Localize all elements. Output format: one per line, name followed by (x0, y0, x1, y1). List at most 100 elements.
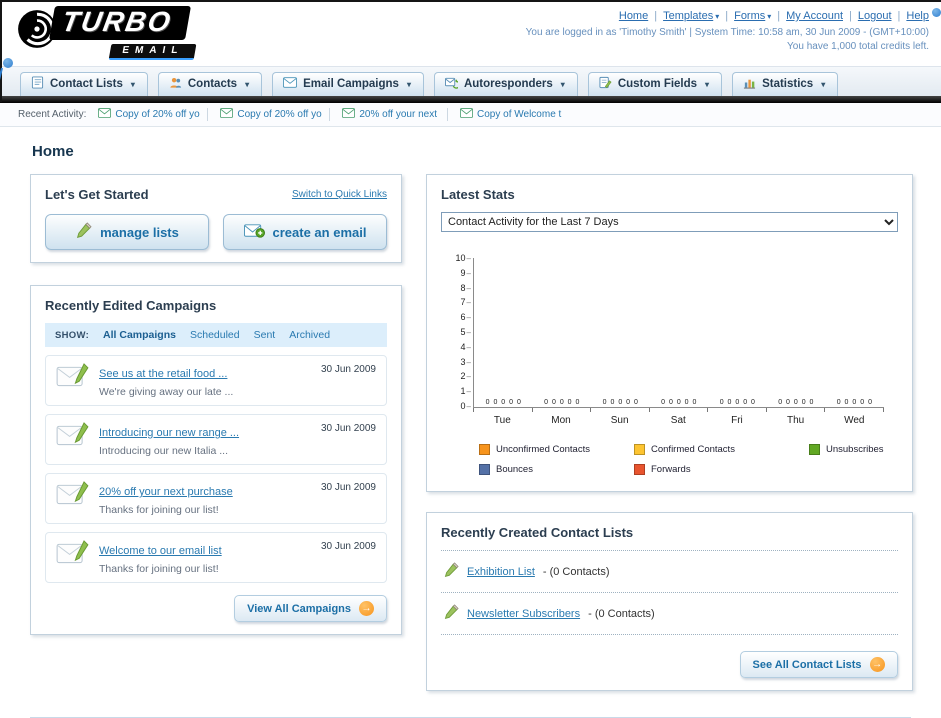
get-started-title: Let's Get Started (45, 187, 149, 202)
envelope-pencil-icon (56, 422, 89, 457)
chevron-down-icon: ▾ (406, 79, 411, 89)
app-logo: TURBO EMAIL (16, 6, 197, 66)
tab-label: Contacts (187, 78, 238, 90)
campaign-row[interactable]: Welcome to our email list Thanks for joi… (45, 532, 387, 583)
switch-quick-links-link[interactable]: Switch to Quick Links (292, 189, 387, 200)
main-content: Home Let's Get Started Switch to Quick L… (0, 127, 941, 718)
contact-list-link[interactable]: Exhibition List (467, 566, 535, 578)
campaign-subtitle: We're giving away our late ... (99, 386, 234, 398)
recent-campaigns-panel: Recently Edited Campaigns SHOW: All Camp… (30, 285, 402, 635)
contact-list-count: - (0 Contacts) (542, 565, 610, 578)
legend-swatch (634, 464, 645, 475)
top-link-forms[interactable]: Forms (734, 10, 765, 22)
main-nav: Contact Lists ▾ Contacts ▾ Email Campaigns… (0, 66, 941, 96)
campaign-title-link[interactable]: See us at the retail food ... (99, 368, 227, 380)
top-link-templates[interactable]: Templates (663, 10, 713, 22)
left-column: Let's Get Started Switch to Quick Links … (30, 174, 402, 635)
campaigns-filter-bar: SHOW: All Campaigns Scheduled Sent Archi… (45, 323, 387, 347)
envelope-icon (220, 108, 234, 121)
filter-sent[interactable]: Sent (254, 329, 276, 341)
contact-lists-icon (31, 76, 44, 92)
campaign-row[interactable]: 20% off your next purchase Thanks for jo… (45, 473, 387, 524)
pencil-icon (443, 604, 459, 623)
tab-autoresponders[interactable]: Autoresponders ▾ (433, 72, 578, 96)
campaign-subtitle: Introducing our new Italia ... (99, 445, 228, 457)
tab-statistics[interactable]: Statistics ▾ (732, 72, 839, 96)
chevron-down-icon: ▾ (245, 79, 250, 89)
chart-x-axis: Tue Mon Sun Sat Fri Thu Wed (493, 415, 865, 426)
envelope-pencil-icon (56, 481, 89, 516)
contacts-icon (169, 76, 182, 92)
session-info: You are logged in as 'Timothy Smith' | S… (525, 27, 929, 38)
corner-dot-decoration (932, 8, 941, 17)
filter-all-campaigns[interactable]: All Campaigns (103, 329, 176, 341)
page-title: Home (32, 143, 74, 160)
campaign-date: 30 Jun 2009 (320, 423, 376, 434)
campaign-row[interactable]: Introducing our new range ... Introducin… (45, 414, 387, 465)
latest-stats-title: Latest Stats (441, 187, 515, 202)
envelope-pencil-icon (56, 540, 89, 575)
recent-activity-item[interactable]: 20% off your next (342, 108, 449, 121)
tab-email-campaigns[interactable]: Email Campaigns ▾ (272, 72, 424, 96)
tab-contact-lists[interactable]: Contact Lists ▾ (20, 72, 148, 96)
recent-campaigns-title: Recently Edited Campaigns (45, 298, 217, 313)
tab-custom-fields[interactable]: Custom Fields ▾ (587, 72, 723, 96)
contact-list-link[interactable]: Newsletter Subscribers (467, 608, 580, 620)
envelope-icon (460, 108, 474, 121)
tab-label: Autoresponders (463, 78, 553, 90)
contact-activity-chart: 10 9 8 7 6 5 4 3 2 1 0 (445, 253, 884, 475)
envelope-icon (98, 108, 112, 121)
chart-plot-area: 0 0 0 0 0 0 0 0 0 0 0 0 0 0 0 0 0 0 0 0 … (473, 258, 884, 408)
tab-contacts[interactable]: Contacts ▾ (157, 72, 263, 96)
latest-stats-panel: Latest Stats Contact Activity for the La… (426, 174, 913, 492)
logo-dot-decoration (3, 58, 13, 68)
see-all-contact-lists-button[interactable]: See All Contact Lists → (739, 651, 898, 678)
top-link-help[interactable]: Help (906, 10, 929, 22)
contact-list-row[interactable]: Exhibition List - (0 Contacts) (441, 551, 898, 593)
contact-list-row[interactable]: Newsletter Subscribers - (0 Contacts) (441, 593, 898, 635)
email-campaigns-icon (283, 77, 298, 91)
campaign-date: 30 Jun 2009 (320, 482, 376, 493)
contact-list-count: - (0 Contacts) (588, 607, 655, 620)
top-link-logout[interactable]: Logout (858, 10, 892, 22)
legend-item: Confirmed Contacts (634, 444, 809, 455)
legend-item: Bounces (479, 464, 634, 475)
custom-fields-icon (599, 76, 612, 92)
chevron-down-icon: ▾ (560, 79, 565, 89)
credits-info: You have 1,000 total credits left. (787, 41, 929, 52)
nav-divider (0, 96, 941, 103)
top-link-home[interactable]: Home (619, 10, 648, 22)
pencil-icon (75, 222, 92, 242)
campaign-title-link[interactable]: 20% off your next purchase (99, 486, 233, 498)
tab-label: Statistics (762, 78, 814, 90)
filter-scheduled[interactable]: Scheduled (190, 329, 240, 341)
activity-item-label: 20% off your next (359, 109, 438, 120)
filter-archived[interactable]: Archived (289, 329, 330, 341)
legend-swatch (479, 444, 490, 455)
recent-activity-item[interactable]: Copy of 20% off yo (98, 108, 209, 121)
create-email-button[interactable]: create an email (223, 214, 387, 250)
stats-range-select[interactable]: Contact Activity for the Last 7 Days (441, 212, 898, 232)
chart-bar-value-labels: 0 0 0 0 0 0 0 0 0 0 0 0 0 0 0 0 0 0 0 0 … (485, 399, 872, 406)
campaign-subtitle: Thanks for joining our list! (99, 504, 219, 516)
recent-activity-item[interactable]: Copy of Welcome t (460, 108, 570, 121)
logo-word-turbo: TURBO (49, 6, 191, 40)
tab-label: Contact Lists (50, 78, 123, 90)
campaign-title-link[interactable]: Introducing our new range ... (99, 427, 239, 439)
manage-lists-button[interactable]: manage lists (45, 214, 209, 250)
recent-activity-item[interactable]: Copy of 20% off yo (220, 108, 331, 121)
view-all-campaigns-button[interactable]: View All Campaigns → (234, 595, 387, 622)
get-started-panel: Let's Get Started Switch to Quick Links … (30, 174, 402, 263)
legend-item: Unconfirmed Contacts (479, 444, 634, 455)
manage-lists-label: manage lists (100, 224, 179, 240)
campaign-date: 30 Jun 2009 (320, 364, 376, 375)
arrow-right-icon: → (869, 657, 885, 672)
recent-contact-lists-title: Recently Created Contact Lists (441, 525, 634, 540)
top-link-my-account[interactable]: My Account (786, 10, 843, 22)
recent-activity-label: Recent Activity: (18, 109, 87, 120)
campaign-row[interactable]: See us at the retail food ... We're givi… (45, 355, 387, 406)
arrow-right-icon: → (359, 601, 374, 616)
chart-legend: Unconfirmed Contacts Confirmed Contacts … (479, 444, 884, 475)
campaign-title-link[interactable]: Welcome to our email list (99, 545, 222, 557)
header: TURBO EMAIL HomeTemplates▾Forms▾My Accou… (0, 2, 941, 66)
